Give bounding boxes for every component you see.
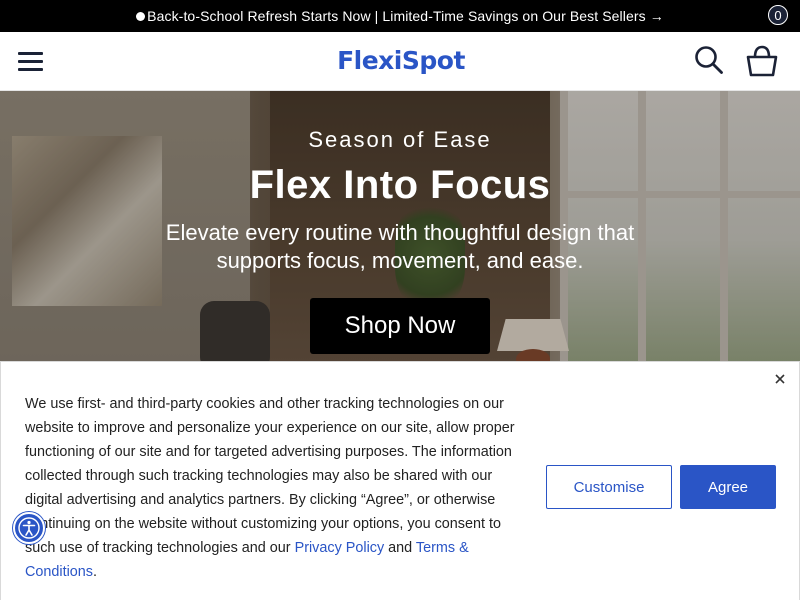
arrow-right-icon[interactable]: → (650, 8, 664, 24)
cart-count-badge: 0 (768, 5, 788, 25)
site-header: FlexiSpot (0, 32, 800, 91)
hamburger-menu-icon[interactable] (18, 52, 43, 72)
shop-now-button[interactable]: Shop Now (310, 298, 490, 354)
privacy-policy-link[interactable]: Privacy Policy (295, 540, 385, 556)
hero-banner: Season of Ease Flex Into Focus Elevate e… (0, 91, 800, 362)
cookie-banner: We use first- and third-party cookies an… (0, 361, 800, 600)
accessibility-icon[interactable] (13, 512, 45, 544)
announcement-bar[interactable]: Back-to-School Refresh Starts Now | Limi… (0, 0, 800, 32)
close-icon[interactable] (770, 371, 790, 391)
announcement-text[interactable]: Back-to-School Refresh Starts Now | Limi… (147, 8, 646, 24)
dot-icon (136, 11, 146, 21)
cookie-text-conjunction: and (384, 540, 416, 556)
cookie-text-body: We use first- and third-party cookies an… (25, 396, 515, 556)
cookie-text-end: . (93, 564, 97, 580)
flexispot-logo[interactable]: FlexiSpot (331, 46, 471, 76)
agree-button[interactable]: Agree (680, 465, 776, 509)
customise-button[interactable]: Customise (546, 465, 672, 509)
shopping-bag-icon[interactable] (744, 44, 780, 78)
search-icon[interactable] (694, 45, 724, 75)
hero-subtitle: Elevate every routine with thoughtful de… (165, 220, 635, 273)
cookie-notice-text: We use first- and third-party cookies an… (25, 392, 530, 584)
hero-eyebrow: Season of Ease (308, 127, 492, 152)
hero-title: Flex Into Focus (249, 163, 551, 207)
